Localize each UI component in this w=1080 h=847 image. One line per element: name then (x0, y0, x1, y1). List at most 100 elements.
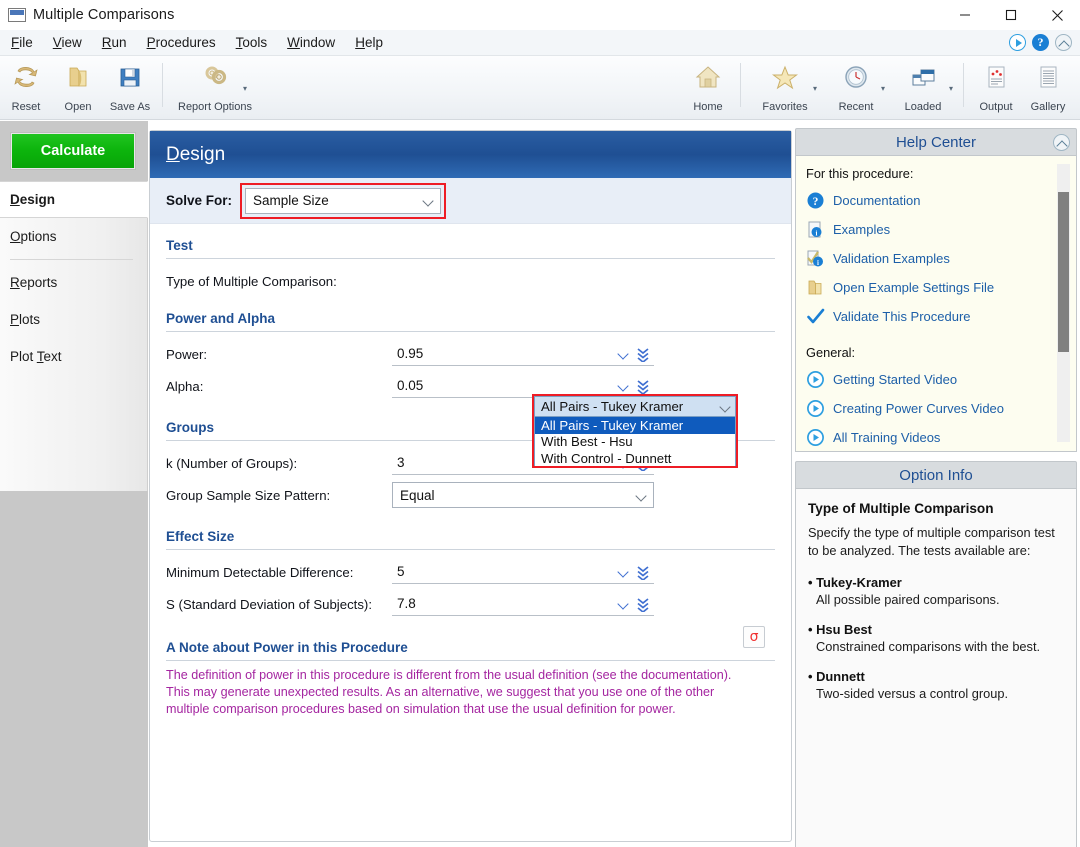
help-center-title: Help Center (895, 133, 977, 151)
power-note-text: The definition of power in this procedur… (166, 667, 775, 718)
menu-view[interactable]: View (44, 33, 91, 52)
menu-tools[interactable]: Tools (227, 33, 277, 52)
sidebar-item-design[interactable]: Design (0, 181, 148, 218)
option-info-header: Option Info (795, 461, 1077, 489)
chevron-down-icon[interactable] (618, 598, 629, 609)
spinner-icon[interactable] (636, 564, 650, 581)
power-input[interactable]: 0.95 (392, 342, 654, 366)
reset-arrows-icon (10, 62, 42, 92)
calculate-button[interactable]: Calculate (10, 132, 136, 170)
help-item-documentation[interactable]: ? Documentation (806, 186, 1076, 215)
section-rule-test (166, 258, 775, 259)
min-detectable-diff-input[interactable]: 5 (392, 560, 654, 584)
toolbar-report-options-button[interactable]: ▾ Report Options (169, 56, 261, 118)
sidebar-item-options[interactable]: Options (0, 218, 147, 255)
chevron-down-icon (720, 401, 731, 412)
help-circle-icon[interactable]: ? (1032, 34, 1049, 51)
section-rule-note (166, 660, 775, 661)
toolbar-loaded-label: Loaded (904, 101, 942, 113)
toolbar-open-button[interactable]: Open (52, 56, 104, 118)
help-item-validation-examples[interactable]: i Validation Examples (806, 244, 1076, 273)
maximize-button[interactable] (988, 0, 1034, 30)
svg-text:i: i (816, 230, 818, 238)
help-center-scroll-thumb[interactable] (1058, 192, 1069, 352)
type-of-comparison-row: Type of Multiple Comparison: (166, 265, 775, 297)
favorites-caret-icon[interactable]: ▾ (813, 84, 817, 93)
menu-help[interactable]: Help (346, 33, 392, 52)
toolbar-output-label: Output (979, 101, 1013, 113)
close-button[interactable] (1034, 0, 1080, 30)
help-item-examples[interactable]: i Examples (806, 215, 1076, 244)
toolbar-loaded-button[interactable]: ▾ Loaded (889, 56, 957, 118)
section-title-groups: Groups (166, 420, 215, 435)
folder-open-icon (806, 278, 825, 297)
k-groups-label: k (Number of Groups): (166, 455, 298, 471)
section-title-power-alpha: Power and Alpha (166, 311, 276, 326)
spinner-icon[interactable] (636, 346, 650, 363)
home-icon (692, 62, 724, 92)
menu-window[interactable]: Window (278, 33, 344, 52)
chevron-down-icon[interactable] (618, 566, 629, 577)
minimize-button[interactable] (942, 0, 988, 30)
play-circle-icon (806, 370, 825, 389)
toolbar-recent-button[interactable]: ▾ Recent (823, 56, 889, 118)
play-circle-icon[interactable] (1009, 34, 1026, 51)
toolbar-gallery-button[interactable]: Gallery (1022, 56, 1074, 118)
chevron-down-icon[interactable] (618, 348, 629, 359)
svg-text:?: ? (813, 196, 819, 208)
dropdown-option-hsu[interactable]: With Best - Hsu (535, 434, 735, 451)
gallery-lines-icon (1032, 62, 1064, 92)
type-of-comparison-select[interactable]: All Pairs - Tukey Kramer (534, 396, 736, 417)
help-item-getting-started-video[interactable]: Getting Started Video (806, 365, 1076, 394)
toolbar-reset-button[interactable]: Reset (0, 56, 52, 118)
group-sample-size-pattern-select[interactable]: Equal (392, 482, 654, 508)
collapse-chevron-icon[interactable] (1053, 134, 1070, 151)
toolbar-home-button[interactable]: Home (682, 56, 734, 118)
help-item-creating-power-curves-video[interactable]: Creating Power Curves Video (806, 394, 1076, 423)
section-title-test: Test (166, 238, 193, 253)
recent-caret-icon[interactable]: ▾ (881, 84, 885, 93)
toolbar-report-options-label: Report Options (178, 101, 252, 113)
chevron-down-icon (636, 490, 647, 501)
sidebar-divider (10, 259, 133, 260)
menu-run[interactable]: Run (93, 33, 136, 52)
dropdown-option-tukey-kramer[interactable]: All Pairs - Tukey Kramer (535, 417, 735, 434)
power-value: 0.95 (397, 346, 424, 361)
solve-for-value: Sample Size (253, 193, 329, 208)
dropdown-option-dunnett[interactable]: With Control - Dunnett (535, 450, 735, 467)
collapse-ribbon-icon[interactable] (1055, 34, 1072, 51)
chevron-down-icon[interactable] (618, 380, 629, 391)
option-info-bullet-tukey: • Tukey-Kramer (808, 575, 902, 590)
section-title-effect-size: Effect Size (166, 529, 235, 544)
toolbar-reset-label: Reset (11, 101, 41, 113)
help-item-open-example-settings[interactable]: Open Example Settings File (806, 273, 1076, 302)
alpha-value: 0.05 (397, 378, 424, 393)
solve-for-highlight: Sample Size (240, 182, 447, 219)
solve-for-select[interactable]: Sample Size (245, 187, 442, 214)
sidebar-item-plot-text[interactable]: Plot Text (0, 338, 147, 375)
toolbar-saveas-button[interactable]: Save As (104, 56, 156, 118)
standard-deviation-input[interactable]: 7.8 (392, 592, 654, 616)
menu-procedures[interactable]: Procedures (138, 33, 225, 52)
loaded-caret-icon[interactable]: ▾ (949, 84, 953, 93)
option-info-heading: Type of Multiple Comparison (808, 501, 994, 516)
type-of-comparison-option-list: All Pairs - Tukey Kramer With Best - Hsu… (534, 417, 736, 468)
svg-text:i: i (817, 259, 819, 267)
spinner-icon[interactable] (636, 378, 650, 395)
report-options-caret-icon[interactable]: ▾ (243, 84, 247, 93)
sidebar-item-reports[interactable]: Reports (0, 264, 147, 301)
menu-file[interactable]: FFileile (2, 33, 42, 52)
alpha-input[interactable]: 0.05 (392, 374, 654, 398)
type-of-comparison-dropdown: All Pairs - Tukey Kramer All Pairs - Tuk… (534, 396, 736, 468)
help-item-validate-procedure[interactable]: Validate This Procedure (806, 302, 1076, 331)
alpha-label: Alpha: (166, 378, 204, 394)
toolbar-favorites-button[interactable]: ▾ Favorites (747, 56, 823, 118)
toolbar-output-button[interactable]: Output (970, 56, 1022, 118)
menubar-right-icons: ? (1009, 34, 1080, 51)
help-center-scrollbar[interactable] (1057, 164, 1070, 442)
sidebar-item-plots[interactable]: Plots (0, 301, 147, 338)
sigma-helper-button[interactable]: σ (743, 626, 765, 648)
spinner-icon[interactable] (636, 596, 650, 613)
help-item-all-training-videos[interactable]: All Training Videos (806, 423, 1076, 451)
help-item-label: Open Example Settings File (833, 280, 995, 295)
